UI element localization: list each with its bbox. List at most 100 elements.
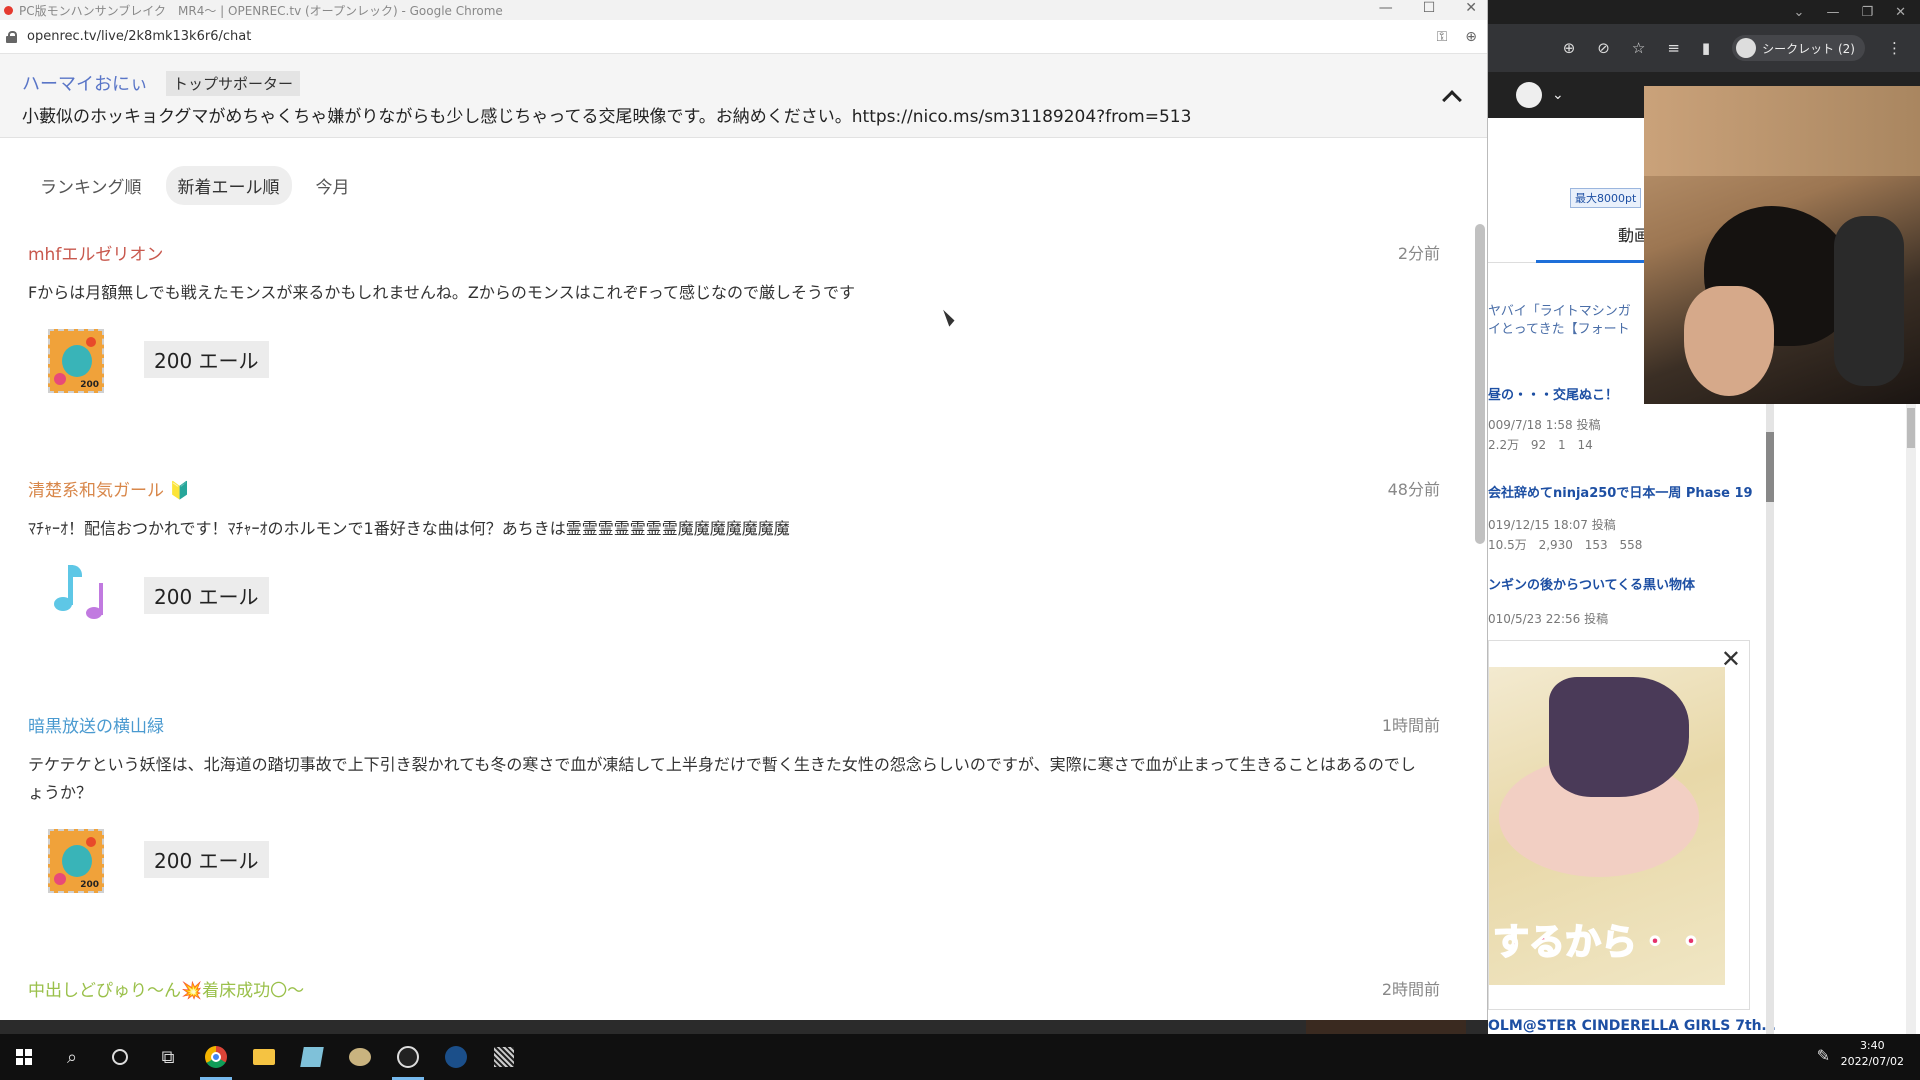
window-title: PC版モンハンサンブレイク MR4～ | OPENREC.tv (オープンレック… xyxy=(19,3,503,18)
eye-off-icon[interactable]: ⊘ xyxy=(1597,39,1610,57)
app-icon xyxy=(300,1047,324,1067)
video-date: 010/5/23 22:56 投稿 xyxy=(1488,612,1609,626)
scrollbar-thumb[interactable] xyxy=(1475,224,1485,544)
user-name[interactable]: 中出しどぴゅり～ん💥着床成功〇～ xyxy=(28,976,1440,1001)
minimize-icon[interactable]: — xyxy=(1826,5,1839,20)
taskbar-app[interactable] xyxy=(288,1034,336,1080)
tab-newest[interactable]: 新着エール順 xyxy=(165,166,292,205)
close-icon[interactable]: ✕ xyxy=(1895,5,1906,20)
view-count: 2.2万 xyxy=(1488,438,1520,452)
folder-icon xyxy=(253,1049,275,1065)
video-date: 009/7/18 1:58 投稿 xyxy=(1488,418,1601,432)
list-item: mhfエルゼリオン 2分前 Fからは月額無しでも戦えたモンスが来るかもしれません… xyxy=(28,240,1440,393)
timestamp: 48分前 xyxy=(1387,480,1440,499)
incognito-label: シークレット (2) xyxy=(1762,41,1855,56)
incognito-button[interactable]: シークレット (2) xyxy=(1732,35,1865,61)
pen-icon[interactable]: ✎ xyxy=(1817,1046,1830,1065)
sort-tabs: ランキング順 新着エール順 今月 xyxy=(28,166,362,205)
cortana-button[interactable] xyxy=(96,1034,144,1080)
task-view-icon: ⧉ xyxy=(161,1046,175,1068)
taskbar-obs[interactable] xyxy=(384,1034,432,1080)
system-clock[interactable]: 3:40 2022/07/02 xyxy=(1841,1038,1904,1070)
background-image-strip xyxy=(1306,1018,1466,1034)
paint-icon xyxy=(349,1048,371,1066)
video-link[interactable]: OLM@STER CINDERELLA GIRLS 7th… xyxy=(1488,1018,1776,1034)
chevron-down-icon[interactable]: ⌄ xyxy=(1552,87,1564,103)
list-item: 暗黒放送の横山緑 1時間前 テケテケという妖怪は、北海道の踏切事故で上下引き裂か… xyxy=(28,712,1440,893)
background-toolbar: ⊕ ⊘ ☆ ≡ ▮ シークレット (2) ⋮ xyxy=(1488,24,1920,72)
tab-this-month[interactable]: 今月 xyxy=(304,166,362,205)
view-count: 10.5万 xyxy=(1488,538,1527,552)
like-count: 1 xyxy=(1558,438,1566,452)
top-supporter-badge: トップサポーター xyxy=(166,70,301,96)
message-text: テケテケという妖怪は、北海道の踏切事故で上下引き裂かれても冬の寒さで血が凍結して… xyxy=(28,755,1416,802)
minimize-icon[interactable]: — xyxy=(1379,0,1393,16)
taskbar-paint[interactable] xyxy=(336,1034,384,1080)
video-link[interactable]: 会社辞めてninja250で日本一周 Phase 19 xyxy=(1488,482,1753,501)
webcam-face xyxy=(1684,286,1774,396)
timestamp: 2時間前 xyxy=(1381,980,1440,999)
zoom-icon[interactable]: ⊕ xyxy=(1563,39,1576,57)
incognito-icon xyxy=(1736,38,1757,58)
comment-count: 92 xyxy=(1530,438,1547,452)
tab-ranking[interactable]: ランキング順 xyxy=(28,166,154,205)
chat-scrollbar[interactable] xyxy=(1473,140,1487,1020)
video-link[interactable]: ンギンの後からついてくる黒い物体 xyxy=(1488,574,1695,593)
user-name[interactable]: 暗黒放送の横山緑 xyxy=(28,712,1440,737)
background-scrollbar[interactable] xyxy=(1766,402,1774,1034)
webcam-overlay xyxy=(1644,86,1920,404)
task-view-button[interactable]: ⧉ xyxy=(144,1034,192,1080)
url-text[interactable]: openrec.tv/live/2k8mk13k6r6/chat xyxy=(27,29,251,44)
menu-kebab-icon[interactable]: ⋮ xyxy=(1887,39,1902,57)
side-panel-icon[interactable]: ▮ xyxy=(1702,39,1710,57)
star-icon[interactable]: ☆ xyxy=(1632,39,1645,57)
stamp-200-icon: 200 xyxy=(46,325,104,393)
like-count: 153 xyxy=(1584,538,1608,552)
close-icon[interactable]: ✕ xyxy=(1465,0,1477,16)
timestamp: 1時間前 xyxy=(1381,716,1440,735)
taskbar: ⌕ ⧉ ✎ 3:40 2022/07/02 xyxy=(0,1034,1920,1080)
background-page-scrollbar[interactable] xyxy=(1906,402,1916,1034)
video-link[interactable]: 昼の・・・交尾ぬこ！ xyxy=(1488,384,1618,403)
taskbar-game[interactable] xyxy=(480,1034,528,1080)
taskbar-chrome[interactable] xyxy=(192,1034,240,1080)
windows-start-button[interactable] xyxy=(0,1034,48,1080)
search-button[interactable]: ⌕ xyxy=(48,1034,96,1080)
ad-illustration-detail xyxy=(1549,677,1689,797)
scrollbar-thumb[interactable] xyxy=(1766,432,1774,502)
restore-icon[interactable]: ❐ xyxy=(1861,5,1873,20)
lock-icon[interactable] xyxy=(6,30,17,43)
zoom-icon[interactable]: ⊕ xyxy=(1465,29,1477,45)
pinned-message: ハーマイおにぃ トップサポーター 小藪似のホッキョクグマがめちゃくちゃ嫌がりなが… xyxy=(0,54,1487,138)
video-link[interactable]: ヤバイ「ライトマシンガ xyxy=(1488,300,1631,319)
stamp-number: 200 xyxy=(80,380,99,390)
taskbar-explorer[interactable] xyxy=(240,1034,288,1080)
maximize-icon[interactable]: ☐ xyxy=(1423,0,1436,16)
key-icon[interactable]: ⚿ xyxy=(1437,29,1448,45)
background-titlebar: ⌄ — ❐ ✕ xyxy=(1488,0,1920,24)
video-stats: 2.2万 92 1 14 xyxy=(1488,436,1601,453)
windows-icon xyxy=(16,1049,32,1065)
points-pill[interactable]: 最大8000pt xyxy=(1570,188,1642,208)
collapse-chevron-icon[interactable] xyxy=(1443,88,1459,104)
ad-popup[interactable]: ✕ するから・・ xyxy=(1488,640,1750,1010)
video-date: 019/12/15 18:07 投稿 xyxy=(1488,518,1616,532)
chevron-down-icon[interactable]: ⌄ xyxy=(1794,5,1805,20)
avatar[interactable] xyxy=(1516,82,1542,108)
video-link-sub[interactable]: イとってきた【フォート xyxy=(1488,318,1630,337)
message-text: ﾏﾁｬｰｵ！配信おつかれです！ﾏﾁｬｰｵのホルモンで1番好きな曲は何？あちきは霊… xyxy=(28,519,790,538)
pinned-user-name[interactable]: ハーマイおにぃ xyxy=(22,70,148,96)
main-browser-window: PC版モンハンサンブレイク MR4～ | OPENREC.tv (オープンレック… xyxy=(0,0,1488,1020)
list-item: 清楚系和気ガール 🔰 48分前 ﾏﾁｬｰｵ！配信おつかれです！ﾏﾁｬｰｵのホルモ… xyxy=(28,476,1440,629)
taskbar-steam[interactable] xyxy=(432,1034,480,1080)
reading-list-icon[interactable]: ≡ xyxy=(1667,39,1680,57)
user-name[interactable]: mhfエルゼリオン xyxy=(28,240,1440,265)
timestamp: 2分前 xyxy=(1397,244,1440,263)
yell-amount: 200 エール xyxy=(144,840,269,878)
ad-image[interactable]: するから・・ xyxy=(1489,667,1725,985)
user-name[interactable]: 清楚系和気ガール 🔰 xyxy=(28,476,1440,501)
address-bar[interactable]: openrec.tv/live/2k8mk13k6r6/chat ⚿ ⊕ xyxy=(0,20,1487,54)
ad-text: するから・・ xyxy=(1492,921,1710,964)
scrollbar-thumb[interactable] xyxy=(1907,408,1915,448)
window-titlebar: PC版モンハンサンブレイク MR4～ | OPENREC.tv (オープンレック… xyxy=(0,0,1487,20)
